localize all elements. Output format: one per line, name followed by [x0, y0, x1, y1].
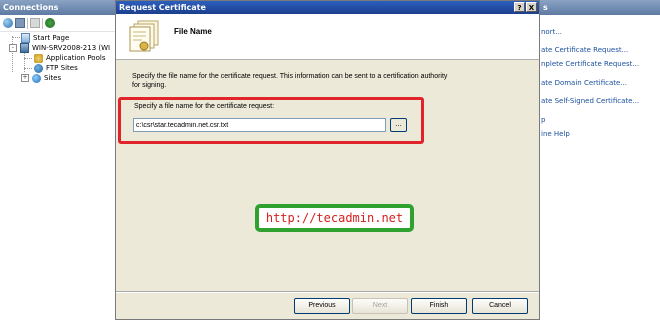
tree-item-server[interactable]: - WIN-SRV2008-213 (WI: [9, 43, 110, 53]
dialog-separator: [116, 291, 539, 293]
connect-icon[interactable]: [45, 18, 55, 28]
next-button[interactable]: Next: [352, 298, 408, 314]
toolbar-separator: [42, 17, 43, 29]
tree-item-label: WIN-SRV2008-213 (WI: [32, 44, 111, 52]
up-icon[interactable]: [30, 18, 40, 28]
browse-button[interactable]: ...: [390, 118, 407, 132]
action-online-help-link[interactable]: ine Help: [541, 130, 570, 138]
tree-item-label: Sites: [44, 74, 62, 82]
actions-panel: s nort... ate Certificate Request... npl…: [538, 0, 660, 320]
action-complete-certificate-request-link[interactable]: nplete Certificate Request...: [541, 60, 639, 68]
tree-item-sites[interactable]: + Sites: [21, 73, 61, 83]
start-page-icon: [21, 33, 30, 43]
request-certificate-dialog: Request Certificate ? X File Name Specif…: [115, 0, 540, 320]
ftp-sites-icon: [34, 63, 43, 73]
connections-toolbar: [0, 15, 121, 32]
watermark-url: http://tecadmin.net: [255, 204, 414, 232]
close-button[interactable]: X: [526, 2, 537, 12]
tree-item-label: Application Pools: [46, 54, 106, 62]
tree-item-label: Start Page: [33, 34, 70, 42]
file-name-input[interactable]: [133, 118, 386, 132]
help-button[interactable]: ?: [514, 2, 525, 12]
certificate-icon: [129, 20, 159, 52]
description-text: Specify the file name for the certificat…: [132, 73, 448, 89]
connections-title: Connections: [0, 0, 121, 15]
dialog-title-bar: Request Certificate ? X: [116, 1, 539, 14]
server-icon: [20, 43, 29, 53]
wizard-page-title: File Name: [174, 27, 212, 36]
action-help-link[interactable]: p: [541, 116, 545, 124]
expand-icon[interactable]: +: [21, 74, 29, 82]
sites-icon: [32, 73, 41, 83]
file-name-label: Specify a file name for the certificate …: [134, 103, 275, 110]
previous-button[interactable]: Previous: [294, 298, 350, 314]
tree-item-label: FTP Sites: [46, 64, 78, 72]
collapse-icon[interactable]: -: [9, 44, 17, 52]
toolbar-separator: [27, 17, 28, 29]
finish-button[interactable]: Finish: [411, 298, 467, 314]
app-pools-icon: [34, 53, 43, 63]
actions-title: s: [539, 0, 660, 15]
globe-connect-icon[interactable]: [3, 18, 13, 28]
action-create-self-signed-certificate-link[interactable]: ate Self-Signed Certificate...: [541, 97, 639, 105]
action-create-certificate-request-link[interactable]: ate Certificate Request...: [541, 46, 628, 54]
connections-panel: Connections Start Page - WIN-SRV2008-213…: [0, 0, 122, 320]
action-create-domain-certificate-link[interactable]: ate Domain Certificate...: [541, 79, 627, 87]
dialog-title: Request Certificate: [119, 3, 206, 12]
action-import-link[interactable]: nort...: [541, 28, 562, 36]
save-icon[interactable]: [15, 18, 25, 28]
tree-item-start-page[interactable]: Start Page: [21, 33, 69, 43]
tree-item-application-pools[interactable]: Application Pools: [34, 53, 105, 63]
cancel-button[interactable]: Cancel: [472, 298, 528, 314]
wizard-banner: File Name: [116, 14, 539, 60]
tree-item-ftp-sites[interactable]: FTP Sites: [34, 63, 78, 73]
